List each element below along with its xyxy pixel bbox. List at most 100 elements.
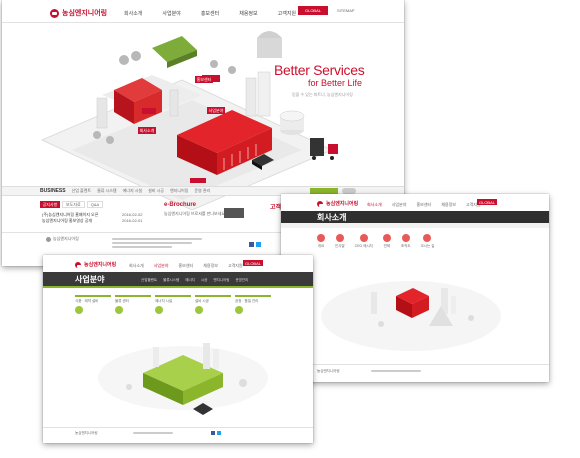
tab-qna[interactable]: Q&A [86,201,104,208]
intro-item[interactable]: 인사말 [335,234,345,249]
green-stripe [43,286,313,288]
business-box[interactable]: 에너지 시설 [155,295,191,315]
footer-text-line [112,238,202,240]
intro-icon-row: 개요 인사말 CEO 메시지 연혁 조직도 오시는 길 [317,234,434,249]
ebrochure-title[interactable]: e-Brochure [164,202,196,208]
subnav-item[interactable]: 에너지 [185,278,195,283]
intro-item-label: 오시는 길 [420,244,435,248]
tools-icon [195,306,203,314]
business-box[interactable]: 설비 시공 [195,295,231,315]
business-link[interactable]: 에너지 시설 [123,188,143,194]
sub-nav: 산업플랜트 물류시스템 에너지 시공 엔지니어링 운영관리 [141,278,248,283]
intro-item[interactable]: 연혁 [382,234,391,249]
footer-logo-text: 농심엔지니어링 [53,236,79,241]
global-button[interactable]: GLOBAL [243,260,263,266]
footer-text: 농심엔지니어링 [75,431,98,435]
logo-icon [317,200,324,207]
main-nav: 회사소개 사업분야 홍보센터 채용정보 고객지원 [129,263,243,269]
logo-icon [50,8,59,18]
warehouse-icon [115,306,123,314]
logo-text: 농심엔지니어링 [326,201,359,207]
person-icon [335,234,344,242]
business-box-label: 공정 · 품질 관리 [235,299,259,303]
page-title: 사업분야 [75,275,105,284]
footer-text: 농심엔지니어링 [317,369,340,373]
label-business[interactable]: 사업분야 [207,107,225,114]
ebrochure-desc: 농심엔지니어링 브로셔를 만나보세요 [164,211,226,216]
label-company[interactable]: 회사소개 [138,127,156,134]
subnav-item[interactable]: 운영관리 [235,278,248,283]
nav-recruit[interactable]: 채용정보 [239,10,257,17]
twitter-icon[interactable] [256,242,261,247]
business-box-row: 식품 · 제약 설비 물류 센터 에너지 시설 설비 시공 공정 · 품질 관리 [75,295,271,315]
map-pin-icon [423,234,432,242]
business-link[interactable]: 운영 관리 [194,188,210,194]
message-icon [359,234,368,242]
business-box-label: 물류 센터 [115,299,129,303]
business-label: BUSINESS [40,188,66,194]
nav-business[interactable]: 사업분야 [162,10,180,17]
footer-text-line [112,242,192,244]
history-icon [382,234,391,242]
nav-pr[interactable]: 홍보센터 [201,10,219,17]
business-box[interactable]: 식품 · 제약 설비 [75,295,111,315]
business-box-label: 에너지 시설 [155,299,173,303]
tab-press[interactable]: 보도자료 [62,201,85,208]
business-illustration [98,343,268,415]
nav-business[interactable]: 사업분야 [392,202,407,208]
business-box-label: 식품 · 제약 설비 [75,299,99,303]
intro-item[interactable]: CEO 메시지 [355,234,373,249]
company-illustration [321,281,501,351]
intro-item-label: 연혁 [383,244,391,248]
nav-recruit[interactable]: 채용정보 [203,263,218,269]
ebrochure-thumb[interactable] [224,208,244,218]
nav-pr[interactable]: 홍보센터 [416,202,431,208]
subnav-item[interactable]: 엔지니어링 [213,278,229,283]
notice-date: 2016-02-02 [122,212,143,217]
nav-company[interactable]: 회사소개 [124,10,142,17]
nav-business[interactable]: 사업분야 [154,263,169,269]
hero-illustration [40,31,338,210]
facebook-icon[interactable] [211,431,215,435]
business-link[interactable]: 물류 시스템 [97,188,117,194]
business-link[interactable]: 산업 플랜트 [72,188,92,194]
business-box[interactable]: 물류 센터 [115,295,151,315]
tab-notice[interactable]: 공지사항 [40,201,60,208]
business-link[interactable]: 설비 시공 [148,188,164,194]
nav-company[interactable]: 회사소개 [129,263,144,269]
intro-item[interactable]: 개요 [317,234,325,249]
nav-support[interactable]: 고객지원 [278,10,296,17]
nav-pr[interactable]: 홍보센터 [178,263,193,269]
business-page-screenshot: 농심엔지니어링 회사소개 사업분야 홍보센터 채용정보 고객지원 GLOBAL … [43,255,313,443]
nav-support[interactable]: 고객지원 [228,263,243,269]
chart-icon [401,234,410,242]
logo-icon [75,261,82,268]
intro-item-label: 조직도 [400,244,411,248]
facebook-icon[interactable] [249,242,254,247]
intro-item[interactable]: 조직도 [401,234,411,249]
subnav-item[interactable]: 물류시스템 [163,278,179,283]
notice-tabs: 공지사항 보도자료 Q&A [40,201,104,208]
notice-item[interactable]: 농심엔지니어링 홍보영상 공개 [42,218,92,224]
site-logo[interactable]: 농심엔지니어링 [75,261,116,268]
nav-company[interactable]: 회사소개 [367,202,382,208]
subnav-item[interactable]: 시공 [201,278,207,283]
intro-item-label: 개요 [317,244,325,248]
global-button[interactable]: GLOBAL [298,6,328,15]
site-logo[interactable]: 농심엔지니어링 [317,200,358,207]
site-logo[interactable]: 농심엔지니어링 [50,8,107,18]
label-pr[interactable]: 홍보센터 [195,76,213,83]
footer-text-line [133,432,173,434]
intro-item[interactable]: 오시는 길 [420,234,435,249]
nav-recruit[interactable]: 채용정보 [441,202,456,208]
gear-icon [235,306,243,314]
business-link[interactable]: 엔지니어링 [170,188,188,194]
twitter-icon[interactable] [217,431,221,435]
subnav-item[interactable]: 산업플랜트 [141,278,157,283]
sitemap-link[interactable]: SITEMAP [337,8,355,13]
intro-item-label: 인사말 [335,244,345,248]
business-box[interactable]: 공정 · 품질 관리 [235,295,271,315]
global-button[interactable]: GLOBAL [477,199,497,205]
company-page-screenshot: 농심엔지니어링 회사소개 사업분야 홍보센터 채용정보 고객지원 GLOBAL … [281,194,549,382]
main-nav: 회사소개 사업분야 홍보센터 채용정보 고객지원 [367,202,481,208]
